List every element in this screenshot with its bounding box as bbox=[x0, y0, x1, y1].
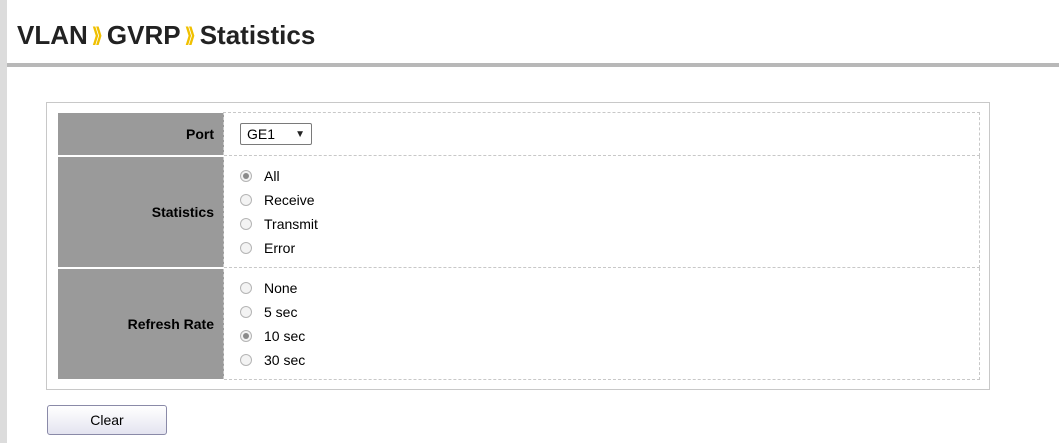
radio-label: 5 sec bbox=[264, 303, 298, 320]
page-header: VLAN ⟫ GVRP ⟫ Statistics bbox=[7, 0, 1059, 63]
radio-button-icon[interactable] bbox=[240, 217, 252, 230]
breadcrumb-item-gvrp: GVRP bbox=[106, 20, 181, 50]
statistics-option-all[interactable]: All bbox=[240, 164, 979, 188]
statistics-form: Port GE1 ▼ Statistics All Receive Transm… bbox=[46, 102, 990, 390]
refresh-option-none[interactable]: None bbox=[240, 276, 979, 300]
refresh-rate-field: None 5 sec 10 sec 30 sec bbox=[223, 267, 980, 380]
radio-button-icon[interactable] bbox=[240, 193, 252, 206]
radio-label: 10 sec bbox=[264, 327, 306, 344]
radio-button-icon[interactable] bbox=[240, 305, 252, 318]
refresh-rate-label: Refresh Rate bbox=[58, 267, 224, 381]
page-title: Statistics bbox=[199, 20, 316, 50]
radio-button-icon[interactable] bbox=[240, 281, 252, 294]
breadcrumb-separator-icon: ⟫ bbox=[184, 25, 196, 47]
radio-button-icon[interactable] bbox=[240, 169, 252, 182]
refresh-option-30-sec[interactable]: 30 sec bbox=[240, 348, 979, 372]
radio-label: 30 sec bbox=[264, 351, 306, 368]
statistics-field: All Receive Transmit Error bbox=[223, 155, 980, 268]
radio-label: All bbox=[264, 167, 280, 184]
radio-button-icon[interactable] bbox=[240, 329, 252, 342]
radio-label: Transmit bbox=[264, 215, 318, 232]
breadcrumb: VLAN ⟫ GVRP ⟫ Statistics bbox=[17, 20, 315, 51]
statistics-row: Statistics All Receive Transmit Error bbox=[58, 155, 980, 269]
breadcrumb-item-vlan: VLAN bbox=[17, 20, 88, 50]
breadcrumb-separator-icon: ⟫ bbox=[91, 25, 103, 47]
statistics-option-transmit[interactable]: Transmit bbox=[240, 212, 979, 236]
dropdown-arrow-icon: ▼ bbox=[295, 128, 305, 140]
refresh-option-5-sec[interactable]: 5 sec bbox=[240, 300, 979, 324]
left-rail bbox=[0, 0, 7, 443]
radio-label: None bbox=[264, 279, 298, 296]
radio-label: Receive bbox=[264, 191, 315, 208]
radio-button-icon[interactable] bbox=[240, 353, 252, 366]
port-label: Port bbox=[58, 112, 224, 157]
port-select-value: GE1 bbox=[247, 126, 276, 142]
form-table: Port GE1 ▼ Statistics All Receive Transm… bbox=[58, 112, 980, 381]
statistics-label: Statistics bbox=[58, 155, 224, 269]
refresh-option-10-sec[interactable]: 10 sec bbox=[240, 324, 979, 348]
radio-button-icon[interactable] bbox=[240, 241, 252, 254]
refresh-rate-row: Refresh Rate None 5 sec 10 sec 30 sec bbox=[58, 267, 980, 381]
clear-button[interactable]: Clear bbox=[47, 405, 167, 435]
header-divider bbox=[7, 63, 1059, 67]
port-row: Port GE1 ▼ bbox=[58, 112, 980, 157]
statistics-option-receive[interactable]: Receive bbox=[240, 188, 979, 212]
port-field: GE1 ▼ bbox=[223, 112, 980, 156]
statistics-option-error[interactable]: Error bbox=[240, 236, 979, 260]
port-select[interactable]: GE1 ▼ bbox=[240, 123, 312, 145]
radio-label: Error bbox=[264, 239, 296, 256]
